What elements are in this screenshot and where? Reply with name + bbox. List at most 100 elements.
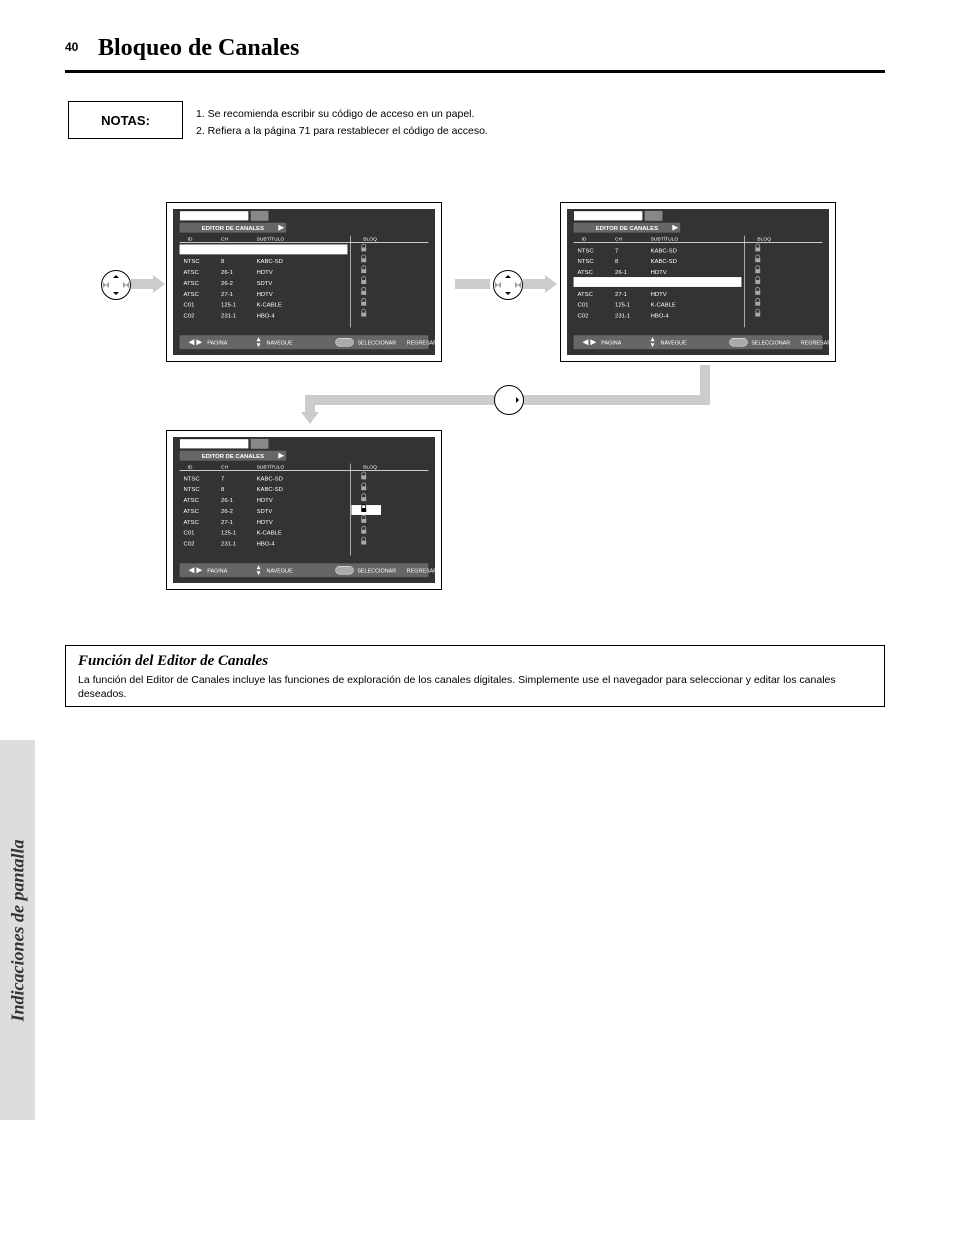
svg-text:ID: ID [581, 237, 586, 243]
svg-text:26-2: 26-2 [615, 281, 627, 287]
svg-text:KABC-SD: KABC-SD [651, 259, 677, 265]
svg-text:SDTV: SDTV [257, 281, 273, 287]
flow-arrow [523, 279, 545, 289]
side-tab-label: Indicaciones de pantalla [7, 839, 28, 1021]
svg-text:HDTV: HDTV [257, 520, 273, 526]
flow-arrow [131, 279, 153, 289]
svg-text:BLOQ: BLOQ [363, 465, 377, 471]
svg-text:ATSC: ATSC [578, 270, 594, 276]
svg-text:BLOQUEAR: BLOQUEAR [590, 213, 627, 220]
navigator-dial-updown-icon [493, 270, 523, 300]
svg-text:KABC-SD: KABC-SD [651, 248, 677, 254]
osd-screenshot-3: BLOQUEAREDITOR DE CANALESIDCHSUBTÍTULOBL… [166, 430, 442, 590]
svg-text:ATSC: ATSC [184, 281, 200, 287]
svg-text:8: 8 [615, 259, 619, 265]
note-2: 2. Refiera a la página 71 para restablec… [196, 125, 488, 137]
svg-text:ATSC: ATSC [184, 498, 200, 504]
svg-text:8: 8 [221, 487, 225, 493]
svg-text:26-1: 26-1 [221, 498, 233, 504]
svg-text:HBO-4: HBO-4 [257, 542, 276, 548]
svg-text:HBO-4: HBO-4 [257, 314, 276, 320]
svg-text:REGRESAR: REGRESAR [407, 341, 438, 347]
svg-text:7: 7 [615, 248, 618, 254]
svg-text:SUBTÍTULO: SUBTÍTULO [651, 236, 679, 243]
svg-text:HDTV: HDTV [257, 270, 273, 276]
svg-text:125-1: 125-1 [221, 303, 236, 309]
svg-text:CH: CH [221, 465, 229, 471]
svg-text:HDTV: HDTV [257, 498, 273, 504]
svg-text:C02: C02 [184, 314, 195, 320]
svg-text:PAGINA: PAGINA [601, 341, 621, 347]
arrow-right-icon [545, 275, 557, 293]
svg-text:7: 7 [221, 476, 224, 482]
svg-text:ID: ID [187, 465, 192, 471]
svg-text:ATSC: ATSC [184, 520, 200, 526]
svg-text:231-1: 231-1 [221, 542, 236, 548]
svg-text:27-1: 27-1 [615, 292, 627, 298]
editor-function-box: Función del Editor de Canales La función… [65, 645, 885, 707]
svg-text:HDTV: HDTV [651, 270, 667, 276]
svg-text:ATSC: ATSC [578, 281, 594, 287]
svg-text:SDTV: SDTV [257, 509, 273, 515]
svg-text:KABC-SD: KABC-SD [257, 248, 283, 254]
svg-text:SUBTÍTULO: SUBTÍTULO [257, 464, 285, 471]
svg-text:ID: ID [187, 237, 192, 243]
svg-text:REGRESAR: REGRESAR [407, 569, 438, 575]
svg-text:NAVEGUE: NAVEGUE [266, 569, 292, 575]
svg-text:SUBTÍTULO: SUBTÍTULO [257, 236, 285, 243]
svg-text:NTSC: NTSC [578, 248, 595, 254]
svg-text:26-1: 26-1 [221, 270, 233, 276]
svg-text:231-1: 231-1 [615, 314, 630, 320]
svg-text:K-CABLE: K-CABLE [651, 303, 676, 309]
svg-text:EDITOR DE CANALES: EDITOR DE CANALES [202, 226, 264, 232]
note-1: 1. Se recomienda escribir su código de a… [196, 108, 474, 120]
svg-text:HDTV: HDTV [257, 292, 273, 298]
svg-text:K-CABLE: K-CABLE [257, 531, 282, 537]
svg-text:HBO-4: HBO-4 [651, 314, 670, 320]
svg-text:125-1: 125-1 [221, 531, 236, 537]
arrow-down-icon [301, 412, 319, 424]
svg-text:PAGINA: PAGINA [207, 341, 227, 347]
svg-text:C01: C01 [578, 303, 589, 309]
svg-text:KABC-SD: KABC-SD [257, 487, 283, 493]
svg-text:ATSC: ATSC [578, 292, 594, 298]
svg-text:ATSC: ATSC [184, 270, 200, 276]
svg-text:PAGINA: PAGINA [207, 569, 227, 575]
svg-text:C02: C02 [184, 542, 195, 548]
svg-text:7: 7 [221, 248, 224, 254]
section-heading: Bloqueo de Canales [98, 35, 299, 62]
svg-text:27-1: 27-1 [221, 520, 233, 526]
svg-text:C01: C01 [184, 531, 195, 537]
svg-text:SELECCIONAR: SELECCIONAR [751, 341, 790, 347]
editor-box-text: La función del Editor de Canales incluye… [78, 674, 872, 701]
svg-text:SELECCIONAR: SELECCIONAR [357, 569, 396, 575]
editor-box-title: Función del Editor de Canales [78, 653, 872, 670]
svg-text:NAVEGUE: NAVEGUE [266, 341, 292, 347]
flow-arrow [455, 279, 490, 289]
svg-text:NAVEGUE: NAVEGUE [660, 341, 686, 347]
page-number: 40 [65, 40, 78, 54]
svg-text:BLOQUEAR: BLOQUEAR [196, 441, 233, 448]
svg-text:CH: CH [615, 237, 623, 243]
svg-text:C02: C02 [578, 314, 589, 320]
top-rule [65, 70, 885, 73]
svg-text:26-2: 26-2 [221, 509, 233, 515]
svg-text:NTSC: NTSC [184, 259, 201, 265]
svg-text:REGRESAR: REGRESAR [801, 341, 832, 347]
svg-text:BLOQ: BLOQ [757, 237, 771, 243]
svg-text:NTSC: NTSC [184, 248, 201, 254]
svg-text:EDITOR DE CANALES: EDITOR DE CANALES [596, 226, 658, 232]
notas-box: NOTAS: [68, 101, 183, 139]
svg-text:C01: C01 [184, 303, 195, 309]
svg-text:SDTV: SDTV [651, 281, 667, 287]
svg-text:CH: CH [221, 237, 229, 243]
svg-text:27-1: 27-1 [221, 292, 233, 298]
svg-text:NTSC: NTSC [184, 476, 201, 482]
svg-text:NTSC: NTSC [184, 487, 201, 493]
svg-text:231-1: 231-1 [221, 314, 236, 320]
svg-text:SELECCIONAR: SELECCIONAR [357, 341, 396, 347]
svg-text:ATSC: ATSC [184, 509, 200, 515]
svg-text:8: 8 [221, 259, 225, 265]
osd-screenshot-1: BLOQUEAREDITOR DE CANALESIDCHSUBTÍTULOBL… [166, 202, 442, 362]
svg-text:26-2: 26-2 [221, 281, 233, 287]
